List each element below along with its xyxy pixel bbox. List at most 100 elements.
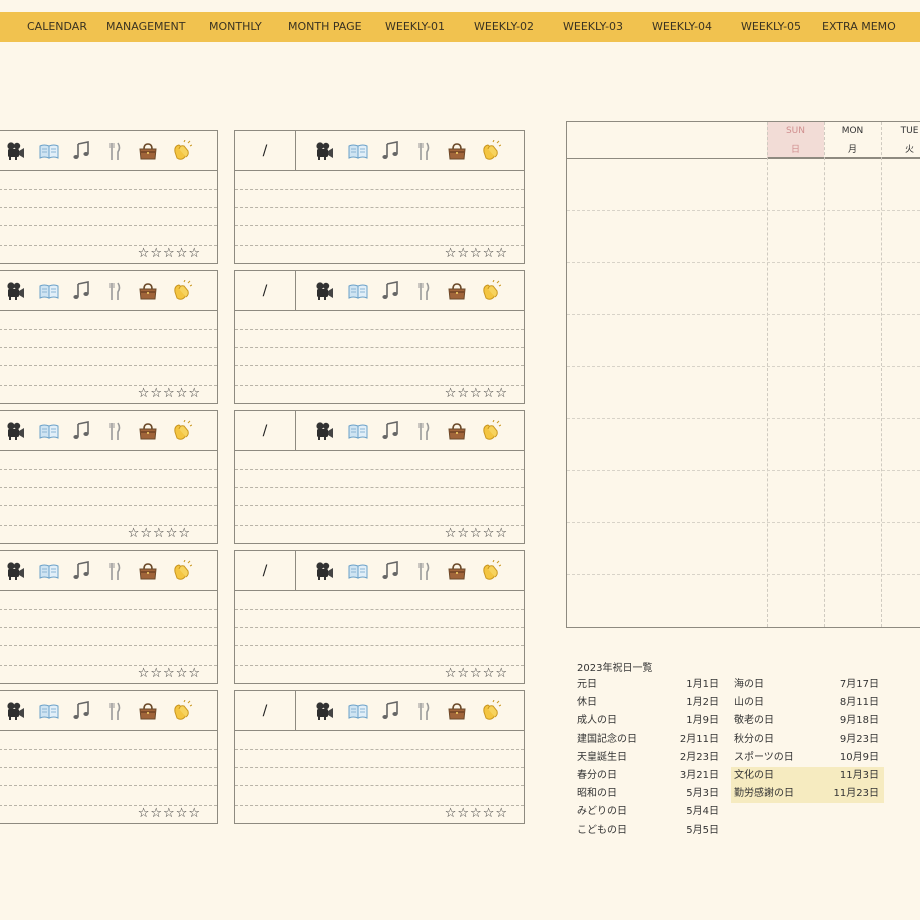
open-book-icon[interactable] bbox=[32, 138, 65, 164]
rating-star[interactable]: ☆ bbox=[163, 666, 176, 681]
rating-star[interactable]: ☆ bbox=[150, 246, 163, 261]
music-notes-icon[interactable] bbox=[374, 418, 407, 444]
rating-star[interactable]: ☆ bbox=[483, 386, 496, 401]
rating-star[interactable]: ☆ bbox=[138, 806, 151, 821]
music-notes-icon[interactable] bbox=[65, 278, 98, 304]
nav-tab-extra-memo[interactable]: EXTRA MEMO bbox=[822, 12, 896, 42]
open-book-icon[interactable] bbox=[32, 418, 65, 444]
rating-star[interactable]: ☆ bbox=[457, 246, 470, 261]
movie-camera-icon[interactable] bbox=[308, 558, 341, 584]
rating-star[interactable]: ☆ bbox=[138, 666, 151, 681]
rating-star[interactable]: ☆ bbox=[495, 666, 508, 681]
music-notes-icon[interactable] bbox=[65, 418, 98, 444]
date-field[interactable]: / bbox=[235, 411, 296, 451]
movie-camera-icon[interactable] bbox=[0, 418, 32, 444]
fork-and-knife-icon[interactable] bbox=[98, 698, 131, 724]
clapping-hands-icon[interactable] bbox=[473, 698, 506, 724]
music-notes-icon[interactable] bbox=[65, 698, 98, 724]
handbag-icon[interactable] bbox=[440, 138, 473, 164]
movie-camera-icon[interactable] bbox=[0, 698, 32, 724]
nav-tab-weekly-01[interactable]: WEEKLY-01 bbox=[385, 12, 445, 42]
nav-tab-monthly[interactable]: MONTHLY bbox=[209, 12, 262, 42]
fork-and-knife-icon[interactable] bbox=[98, 418, 131, 444]
rating-star[interactable]: ☆ bbox=[176, 806, 189, 821]
rating-star[interactable]: ☆ bbox=[128, 526, 141, 541]
fork-and-knife-icon[interactable] bbox=[98, 278, 131, 304]
handbag-icon[interactable] bbox=[440, 278, 473, 304]
date-field[interactable]: / bbox=[235, 131, 296, 171]
open-book-icon[interactable] bbox=[341, 558, 374, 584]
rating-star[interactable]: ☆ bbox=[138, 386, 151, 401]
clapping-hands-icon[interactable] bbox=[473, 418, 506, 444]
rating-star[interactable]: ☆ bbox=[166, 526, 179, 541]
rating-star[interactable]: ☆ bbox=[188, 806, 201, 821]
rating-star[interactable]: ☆ bbox=[150, 666, 163, 681]
rating-star[interactable]: ☆ bbox=[188, 386, 201, 401]
rating-star[interactable]: ☆ bbox=[445, 246, 458, 261]
rating-star[interactable]: ☆ bbox=[457, 666, 470, 681]
rating-star[interactable]: ☆ bbox=[457, 386, 470, 401]
rating-star[interactable]: ☆ bbox=[495, 806, 508, 821]
handbag-icon[interactable] bbox=[440, 558, 473, 584]
music-notes-icon[interactable] bbox=[374, 278, 407, 304]
rating-star[interactable]: ☆ bbox=[445, 386, 458, 401]
date-field[interactable]: / bbox=[235, 691, 296, 731]
rating-star[interactable]: ☆ bbox=[176, 246, 189, 261]
rating-star[interactable]: ☆ bbox=[445, 526, 458, 541]
fork-and-knife-icon[interactable] bbox=[98, 558, 131, 584]
open-book-icon[interactable] bbox=[341, 138, 374, 164]
fork-and-knife-icon[interactable] bbox=[407, 558, 440, 584]
rating-star[interactable]: ☆ bbox=[483, 526, 496, 541]
nav-tab-management[interactable]: MANAGEMENT bbox=[106, 12, 185, 42]
rating-star[interactable]: ☆ bbox=[483, 806, 496, 821]
music-notes-icon[interactable] bbox=[374, 698, 407, 724]
handbag-icon[interactable] bbox=[131, 698, 164, 724]
nav-tab-weekly-05[interactable]: WEEKLY-05 bbox=[741, 12, 801, 42]
handbag-icon[interactable] bbox=[131, 418, 164, 444]
open-book-icon[interactable] bbox=[32, 698, 65, 724]
rating-star[interactable]: ☆ bbox=[163, 806, 176, 821]
clapping-hands-icon[interactable] bbox=[164, 698, 197, 724]
rating-star[interactable]: ☆ bbox=[150, 806, 163, 821]
fork-and-knife-icon[interactable] bbox=[407, 278, 440, 304]
rating-star[interactable]: ☆ bbox=[445, 806, 458, 821]
rating-star[interactable]: ☆ bbox=[153, 526, 166, 541]
clapping-hands-icon[interactable] bbox=[164, 558, 197, 584]
music-notes-icon[interactable] bbox=[65, 138, 98, 164]
clapping-hands-icon[interactable] bbox=[473, 558, 506, 584]
handbag-icon[interactable] bbox=[131, 138, 164, 164]
rating-star[interactable]: ☆ bbox=[483, 246, 496, 261]
date-field[interactable]: / bbox=[235, 271, 296, 311]
nav-tab-calendar[interactable]: CALENDAR bbox=[27, 12, 87, 42]
open-book-icon[interactable] bbox=[32, 278, 65, 304]
date-field[interactable]: / bbox=[235, 551, 296, 591]
nav-tab-weekly-04[interactable]: WEEKLY-04 bbox=[652, 12, 712, 42]
clapping-hands-icon[interactable] bbox=[164, 138, 197, 164]
rating-star[interactable]: ☆ bbox=[163, 386, 176, 401]
rating-star[interactable]: ☆ bbox=[178, 526, 191, 541]
nav-tab-weekly-02[interactable]: WEEKLY-02 bbox=[474, 12, 534, 42]
fork-and-knife-icon[interactable] bbox=[407, 418, 440, 444]
rating-star[interactable]: ☆ bbox=[470, 246, 483, 261]
music-notes-icon[interactable] bbox=[65, 558, 98, 584]
rating-star[interactable]: ☆ bbox=[495, 526, 508, 541]
rating-star[interactable]: ☆ bbox=[163, 246, 176, 261]
rating-star[interactable]: ☆ bbox=[140, 526, 153, 541]
handbag-icon[interactable] bbox=[131, 278, 164, 304]
music-notes-icon[interactable] bbox=[374, 558, 407, 584]
movie-camera-icon[interactable] bbox=[308, 418, 341, 444]
clapping-hands-icon[interactable] bbox=[473, 138, 506, 164]
rating-star[interactable]: ☆ bbox=[188, 666, 201, 681]
rating-star[interactable]: ☆ bbox=[150, 386, 163, 401]
rating-star[interactable]: ☆ bbox=[470, 386, 483, 401]
clapping-hands-icon[interactable] bbox=[164, 278, 197, 304]
fork-and-knife-icon[interactable] bbox=[98, 138, 131, 164]
handbag-icon[interactable] bbox=[440, 698, 473, 724]
fork-and-knife-icon[interactable] bbox=[407, 138, 440, 164]
movie-camera-icon[interactable] bbox=[0, 138, 32, 164]
rating-star[interactable]: ☆ bbox=[483, 666, 496, 681]
rating-star[interactable]: ☆ bbox=[495, 386, 508, 401]
fork-and-knife-icon[interactable] bbox=[407, 698, 440, 724]
rating-star[interactable]: ☆ bbox=[176, 666, 189, 681]
open-book-icon[interactable] bbox=[32, 558, 65, 584]
